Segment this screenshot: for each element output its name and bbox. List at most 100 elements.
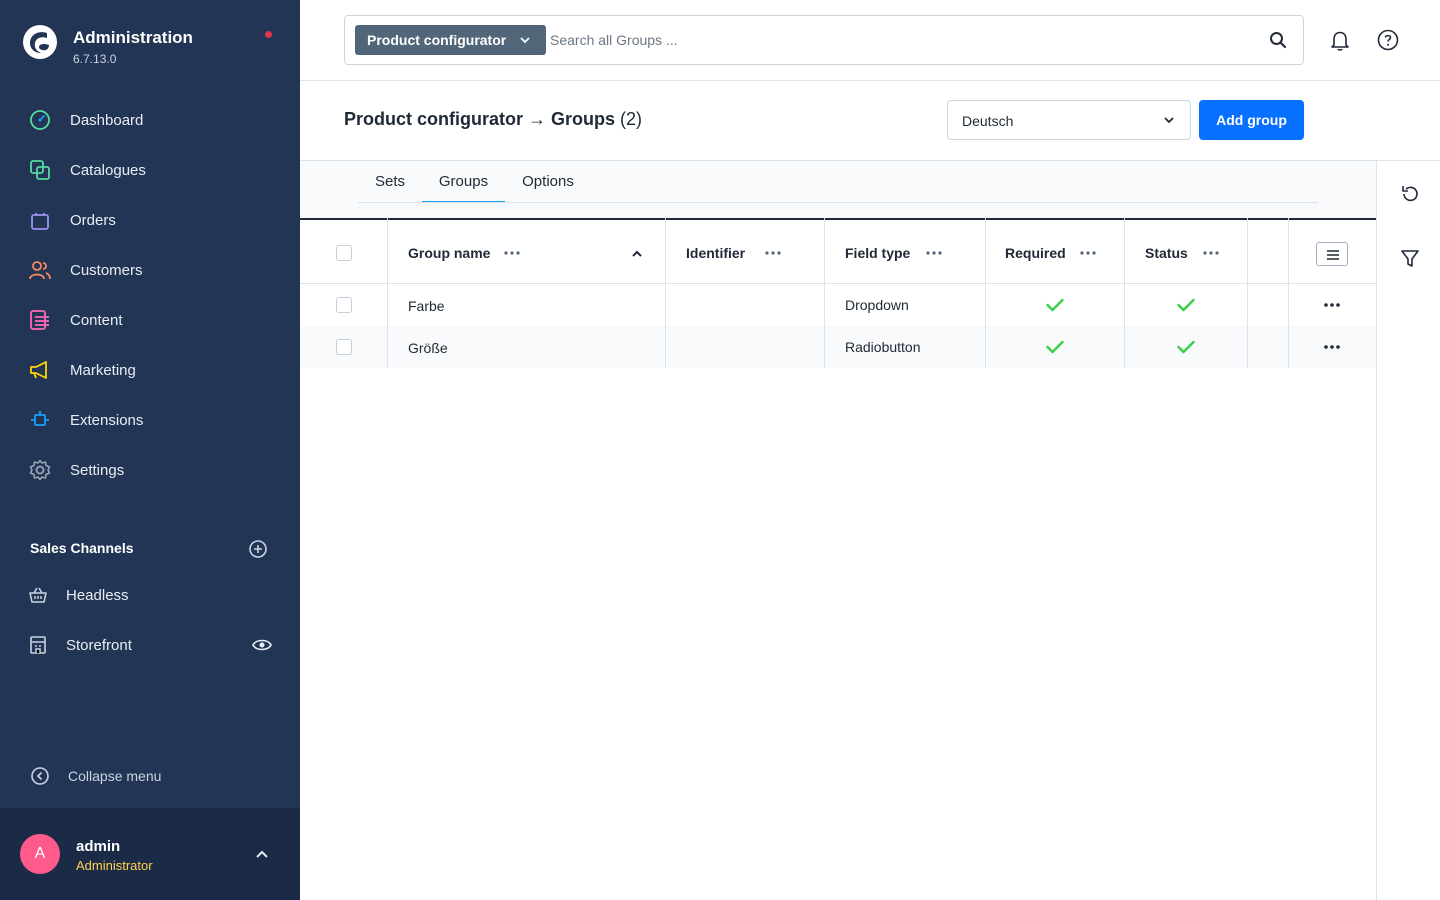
language-value: Deutsch — [962, 113, 1014, 129]
user-panel[interactable]: A admin Administrator — [0, 808, 300, 900]
eye-icon[interactable] — [252, 637, 272, 653]
table-header: Group name Identifier Field type Require… — [300, 218, 1376, 284]
sidebar-actions — [1376, 161, 1440, 900]
nav-label: Dashboard — [70, 112, 144, 129]
column-divider — [1247, 218, 1248, 368]
add-group-button[interactable]: Add group — [1199, 100, 1304, 140]
user-role: Administrator — [76, 858, 153, 873]
column-divider — [824, 218, 825, 368]
cell-group-name[interactable]: Farbe — [408, 298, 445, 314]
nav-label: Content — [70, 312, 123, 329]
settings-icon — [29, 459, 51, 481]
nav-item-catalogues[interactable]: Catalogues — [0, 150, 300, 190]
column-header-status[interactable]: Status — [1145, 245, 1188, 261]
column-menu-icon[interactable] — [1203, 251, 1219, 255]
chevron-left-circle-icon — [31, 767, 49, 785]
sales-channels-title: Sales Channels — [30, 540, 134, 556]
page-title-text: Product configurator → Groups — [344, 109, 616, 129]
nav-item-dashboard[interactable]: Dashboard — [0, 100, 300, 140]
required-check-icon — [1046, 298, 1064, 312]
column-menu-icon[interactable] — [504, 251, 520, 255]
sales-channel-label: Storefront — [66, 637, 132, 654]
chevron-down-icon — [520, 37, 530, 44]
bell-icon[interactable] — [1328, 28, 1352, 52]
nav-label: Marketing — [70, 362, 136, 379]
column-header-group-name[interactable]: Group name — [408, 245, 490, 261]
row-actions-icon[interactable] — [1324, 345, 1340, 349]
user-name: admin — [76, 838, 121, 855]
tab-options[interactable]: Options — [505, 173, 591, 203]
cell-field-type: Dropdown — [845, 297, 909, 313]
collapse-menu-label: Collapse menu — [68, 768, 162, 784]
app-title: Administration — [73, 28, 193, 47]
row-checkbox[interactable] — [336, 297, 352, 313]
nav-label: Orders — [70, 212, 116, 229]
nav-item-marketing[interactable]: Marketing — [0, 350, 300, 390]
nav-label: Customers — [70, 262, 143, 279]
sales-channel-label: Headless — [66, 587, 129, 604]
app-version: 6.7.13.0 — [73, 52, 117, 66]
sales-channel-storefront[interactable]: Storefront — [0, 625, 300, 665]
catalogues-icon — [30, 160, 50, 180]
chevron-down-icon — [1164, 117, 1174, 124]
content-icon — [30, 310, 49, 330]
cell-group-name[interactable]: Größe — [408, 340, 448, 356]
top-bar: Product configurator — [300, 0, 1440, 81]
group-count: (2) — [620, 109, 643, 129]
dashboard-icon — [30, 110, 50, 130]
grid-settings-button[interactable] — [1316, 242, 1348, 266]
customers-icon — [29, 261, 51, 280]
filter-icon[interactable] — [1399, 247, 1421, 269]
row-actions-icon[interactable] — [1324, 303, 1340, 307]
refresh-icon[interactable] — [1399, 183, 1421, 205]
column-divider — [985, 218, 986, 368]
menu-lines-icon — [1327, 250, 1339, 260]
select-all-checkbox[interactable] — [336, 245, 352, 261]
nav-item-extensions[interactable]: Extensions — [0, 400, 300, 440]
search-type-dropdown[interactable]: Product configurator — [355, 25, 546, 55]
extensions-icon — [31, 411, 49, 426]
column-menu-icon[interactable] — [1080, 251, 1096, 255]
column-divider — [1288, 218, 1289, 368]
table-row[interactable]: Farbe Dropdown — [300, 284, 1376, 326]
table-row[interactable]: Größe Radiobutton — [300, 326, 1376, 368]
marketing-icon — [30, 361, 47, 379]
search-input[interactable] — [550, 26, 1240, 54]
sidebar: Administration 6.7.13.0 Dashboard Catalo… — [0, 0, 300, 900]
status-check-icon — [1177, 340, 1195, 354]
column-header-required[interactable]: Required — [1005, 245, 1066, 261]
search-icon[interactable] — [1269, 31, 1287, 49]
add-sales-channel-icon[interactable] — [248, 539, 268, 559]
column-divider — [665, 218, 666, 368]
chevron-up-icon[interactable] — [254, 848, 270, 860]
column-divider — [387, 218, 388, 368]
shopware-logo-icon[interactable] — [22, 24, 58, 60]
tabs-divider — [358, 202, 1318, 203]
column-menu-icon[interactable] — [765, 251, 781, 255]
collapse-menu-button[interactable]: Collapse menu — [0, 756, 300, 796]
tab-sets[interactable]: Sets — [358, 173, 422, 203]
help-icon[interactable] — [1376, 28, 1400, 52]
nav-label: Catalogues — [70, 162, 146, 179]
row-checkbox[interactable] — [336, 339, 352, 355]
avatar: A — [20, 834, 60, 874]
page-title: Product configurator → Groups (2) — [344, 109, 642, 130]
basket-icon — [29, 587, 47, 603]
required-check-icon — [1046, 340, 1064, 354]
nav-item-content[interactable]: Content — [0, 300, 300, 340]
column-header-field-type[interactable]: Field type — [845, 245, 910, 261]
status-check-icon — [1177, 298, 1195, 312]
sales-channel-headless[interactable]: Headless — [0, 575, 300, 615]
sort-ascending-icon[interactable] — [632, 250, 642, 257]
notification-dot — [265, 31, 272, 38]
nav-label: Extensions — [70, 412, 144, 429]
nav-item-orders[interactable]: Orders — [0, 200, 300, 240]
column-header-identifier[interactable]: Identifier — [686, 245, 745, 261]
tab-groups[interactable]: Groups — [422, 173, 505, 203]
orders-icon — [31, 213, 49, 230]
language-select[interactable]: Deutsch — [947, 100, 1191, 140]
column-divider — [1124, 218, 1125, 368]
nav-item-settings[interactable]: Settings — [0, 450, 300, 490]
nav-item-customers[interactable]: Customers — [0, 250, 300, 290]
column-menu-icon[interactable] — [926, 251, 942, 255]
